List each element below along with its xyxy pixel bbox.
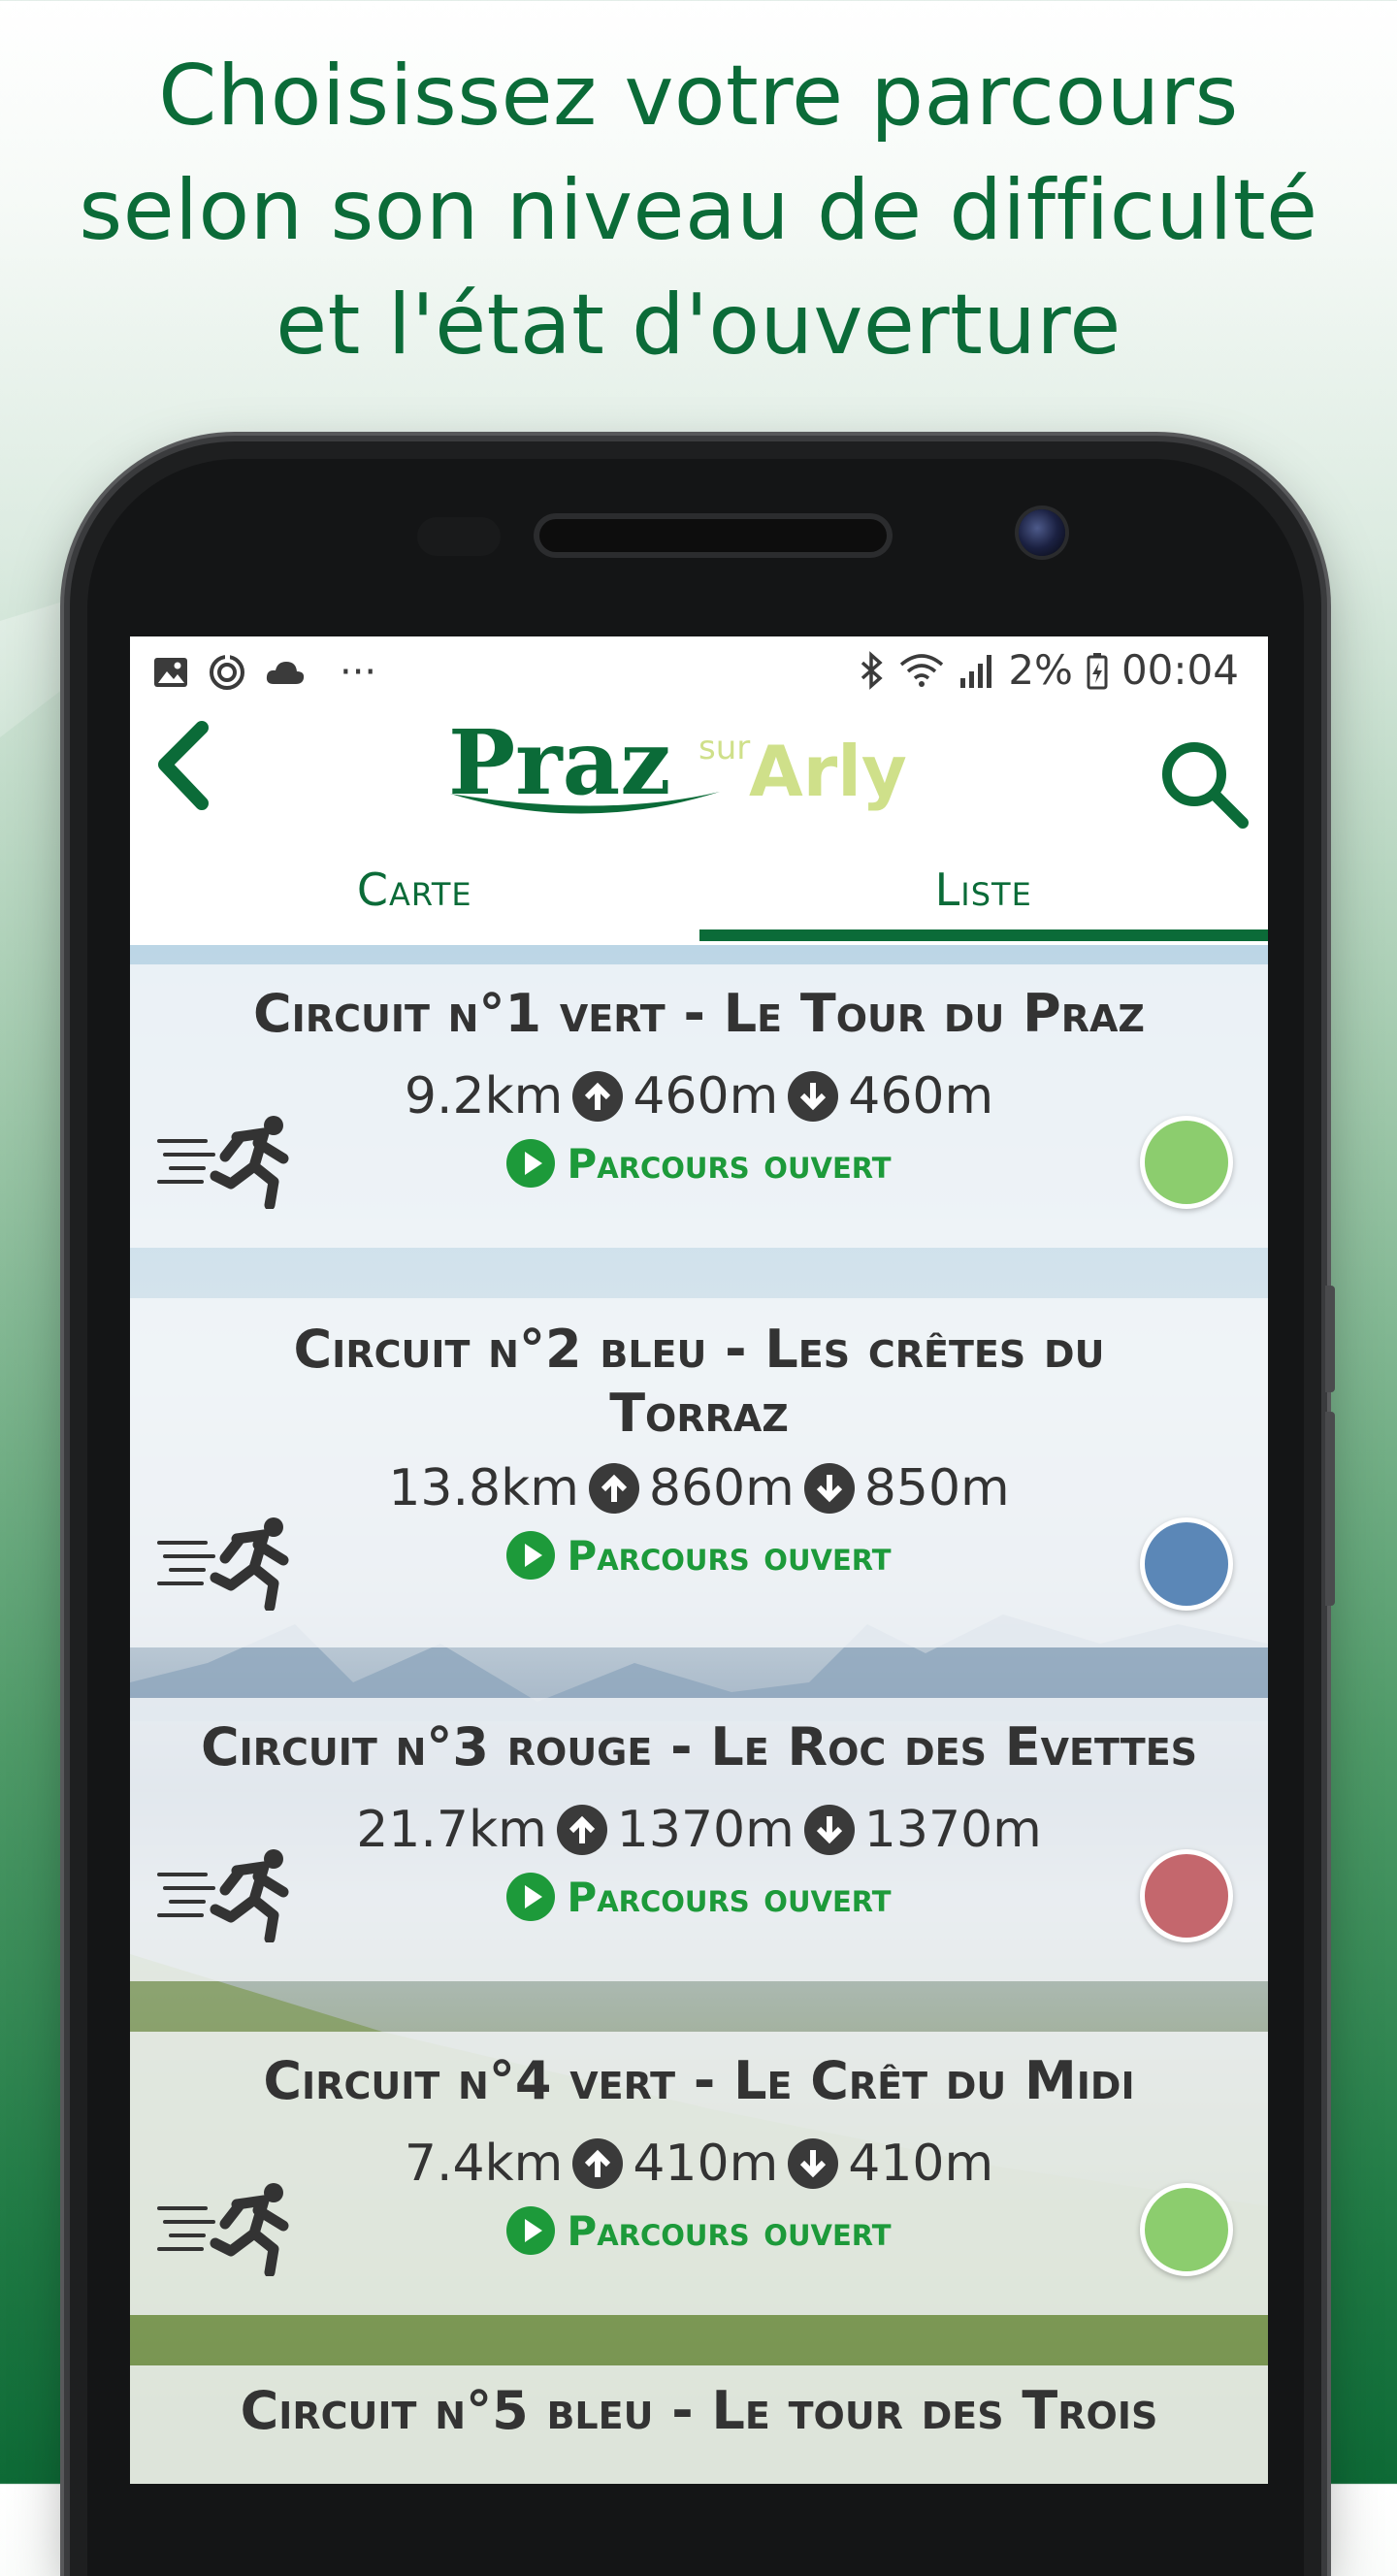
circuit-distance: 21.7km bbox=[356, 1801, 547, 1859]
circuit-descent: 410m bbox=[848, 2135, 994, 2193]
arrow-down-icon bbox=[788, 2138, 839, 2189]
view-tabs: Carte Liste bbox=[130, 836, 1269, 941]
sync-icon bbox=[210, 653, 244, 690]
circuit-distance: 9.2km bbox=[404, 1067, 564, 1125]
battery-percent: 2% bbox=[1008, 646, 1073, 694]
arrow-up-icon bbox=[572, 2138, 624, 2189]
headline-line-1: Choisissez votre parcours bbox=[158, 48, 1239, 145]
status-left: ··· bbox=[151, 650, 376, 695]
circuit-stats: 21.7km 1370m 1370m bbox=[130, 1801, 1268, 1859]
headline-line-3: et l'état d'ouverture bbox=[276, 277, 1121, 374]
status-right: 2% 00:04 bbox=[857, 646, 1239, 694]
app-bar: Praz sur Arly bbox=[130, 710, 1268, 836]
circuit-descent: 460m bbox=[848, 1067, 994, 1125]
circuit-stats: 13.8km 860m 850m bbox=[130, 1459, 1268, 1517]
circuit-title: Circuit n°5 bleu - Le tour des Trois bbox=[240, 2380, 1158, 2441]
headline-line-2: selon son niveau de difficulté bbox=[79, 162, 1318, 259]
difficulty-indicator bbox=[1140, 2183, 1233, 2276]
circuit-status: Parcours ouvert bbox=[130, 1139, 1268, 1188]
wifi-icon bbox=[900, 653, 944, 687]
runner-icon bbox=[157, 1849, 289, 1942]
volume-button bbox=[1325, 1286, 1335, 1392]
circuit-card[interactable]: Circuit n°4 vert - Le Crêt du Midi 7.4km… bbox=[130, 2032, 1268, 2315]
arrow-up-icon bbox=[588, 1463, 639, 1514]
arrow-up-icon bbox=[572, 1071, 624, 1122]
circuit-descent: 850m bbox=[863, 1459, 1010, 1517]
cloud-icon bbox=[266, 662, 305, 684]
circuit-title: Circuit n°1 vert - Le Tour du Praz bbox=[253, 983, 1145, 1044]
runner-icon bbox=[157, 2183, 289, 2276]
search-icon[interactable] bbox=[1152, 732, 1258, 838]
play-icon bbox=[506, 2206, 556, 2255]
circuit-title: Circuit n°3 rouge - Le Roc des Evettes bbox=[200, 1716, 1198, 1777]
circuit-ascent: 860m bbox=[648, 1459, 795, 1517]
signal-icon bbox=[960, 654, 992, 688]
tab-carte[interactable]: Carte bbox=[130, 836, 699, 933]
arrow-down-icon bbox=[803, 1463, 855, 1514]
circuit-ascent: 1370m bbox=[616, 1801, 795, 1859]
circuit-status: Parcours ouvert bbox=[130, 1531, 1268, 1580]
circuit-status-label: Parcours ouvert bbox=[567, 1139, 892, 1188]
status-time: 00:04 bbox=[1121, 646, 1239, 694]
svg-text:Praz: Praz bbox=[448, 718, 671, 815]
difficulty-indicator bbox=[1140, 1517, 1233, 1611]
status-bar: ··· 2% 00:04 bbox=[130, 636, 1268, 710]
circuit-status: Parcours ouvert bbox=[130, 1873, 1268, 1921]
circuit-status-label: Parcours ouvert bbox=[567, 1873, 892, 1921]
power-button bbox=[1325, 1412, 1335, 1606]
earpiece-speaker bbox=[534, 513, 893, 558]
circuit-title: Circuit n°4 vert - Le Crêt du Midi bbox=[263, 2050, 1135, 2111]
circuit-status-label: Parcours ouvert bbox=[567, 2206, 892, 2255]
runner-icon bbox=[157, 1116, 289, 1209]
play-icon bbox=[506, 1873, 556, 1921]
circuit-stats: 7.4km 410m 410m bbox=[130, 2135, 1268, 2193]
image-icon bbox=[154, 658, 187, 687]
more-icon: ··· bbox=[340, 650, 377, 695]
circuit-status-label: Parcours ouvert bbox=[567, 1531, 892, 1580]
svg-text:sur: sur bbox=[698, 729, 750, 767]
arrow-down-icon bbox=[803, 1805, 855, 1855]
circuit-status: Parcours ouvert bbox=[130, 2206, 1268, 2255]
circuit-ascent: 460m bbox=[633, 1067, 779, 1125]
circuit-card[interactable]: Circuit n°3 rouge - Le Roc des Evettes 2… bbox=[130, 1698, 1268, 1981]
circuit-stats: 9.2km 460m 460m bbox=[130, 1067, 1268, 1125]
proximity-sensor bbox=[417, 517, 501, 556]
app-screen: ··· 2% 00:04 Praz sur Arly Carte Liste C… bbox=[130, 636, 1268, 2484]
circuit-card[interactable]: Circuit n°1 vert - Le Tour du Praz 9.2km… bbox=[130, 964, 1268, 1248]
difficulty-indicator bbox=[1140, 1116, 1233, 1209]
difficulty-indicator bbox=[1140, 1849, 1233, 1942]
circuit-card[interactable]: Circuit n°2 bleu - Les crêtes du Torraz … bbox=[130, 1298, 1268, 1647]
circuit-descent: 1370m bbox=[863, 1801, 1042, 1859]
svg-text:Arly: Arly bbox=[749, 731, 907, 812]
play-icon bbox=[506, 1139, 556, 1188]
runner-icon bbox=[157, 1517, 289, 1611]
tab-liste[interactable]: Liste bbox=[698, 836, 1269, 941]
circuit-distance: 13.8km bbox=[388, 1459, 579, 1517]
circuit-card[interactable]: Circuit n°5 bleu - Le tour des Trois bbox=[130, 2365, 1268, 2484]
battery-icon bbox=[1087, 652, 1108, 689]
bluetooth-icon bbox=[861, 650, 883, 690]
arrow-down-icon bbox=[788, 1071, 839, 1122]
circuit-distance: 7.4km bbox=[404, 2135, 564, 2193]
circuit-title: Circuit n°2 bleu - Les crêtes du Torraz bbox=[293, 1319, 1105, 1444]
play-icon bbox=[506, 1531, 556, 1580]
chevron-left-icon[interactable] bbox=[144, 714, 231, 821]
praz-sur-arly-logo: Praz sur Arly bbox=[448, 718, 907, 815]
circuit-ascent: 410m bbox=[633, 2135, 779, 2193]
promo-headline: Choisissez votre parcours selon son nive… bbox=[0, 39, 1397, 382]
arrow-up-icon bbox=[556, 1805, 607, 1855]
front-camera bbox=[1019, 509, 1065, 556]
